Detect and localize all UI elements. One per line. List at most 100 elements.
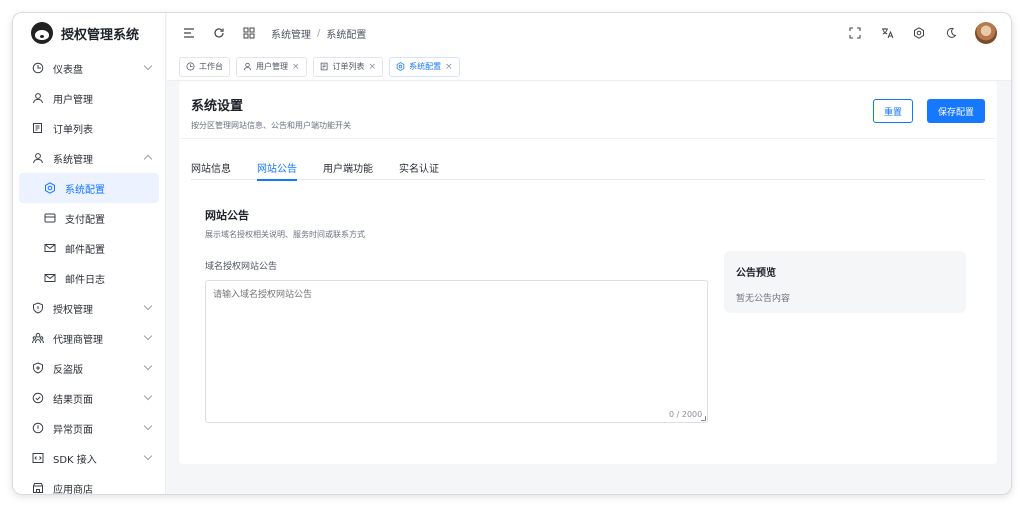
subtab-3[interactable]: 实名认证 xyxy=(399,160,439,180)
sidebar-item-1[interactable]: 用户管理 xyxy=(13,83,165,113)
preview-empty-text: 暂无公告内容 xyxy=(736,294,791,304)
chevron-down-icon xyxy=(143,61,153,71)
sidebar: 授权管理系统 仪表盘用户管理订单列表系统管理系统配置支付配置邮件配置邮件日志授权… xyxy=(13,13,166,494)
page-tab-1[interactable]: 用户管理 × xyxy=(236,56,307,77)
preview-title: 公告预览 xyxy=(736,268,776,279)
check-circle-icon xyxy=(31,391,45,405)
sidebar-item-label: 支付配置 xyxy=(65,214,105,226)
mail-icon xyxy=(43,241,57,255)
sidebar-item-5[interactable]: 支付配置 xyxy=(13,203,165,233)
announcement-section: 网站公告 展示域名授权相关说明、服务时间或联系方式 xyxy=(205,207,365,240)
page-tab-2[interactable]: 订单列表 × xyxy=(312,56,384,77)
grid-icon[interactable] xyxy=(241,25,257,41)
sidebar-item-14[interactable]: 应用商店 xyxy=(13,473,165,495)
breadcrumb-current: 系统配置 xyxy=(326,29,367,41)
sidebar-item-label: 授权管理 xyxy=(53,304,93,316)
page-tab-3[interactable]: 系统配置 × xyxy=(389,56,460,77)
breadcrumb: 系统管理 / 系统配置 xyxy=(271,26,366,41)
subtab-0[interactable]: 网站信息 xyxy=(191,160,231,180)
breadcrumb-separator: / xyxy=(317,27,321,39)
user-icon xyxy=(31,91,45,105)
close-icon[interactable]: × xyxy=(445,62,453,72)
sidebar-item-4[interactable]: 系统配置 xyxy=(19,173,159,203)
chevron-down-icon xyxy=(143,361,153,371)
breadcrumb-parent[interactable]: 系统管理 xyxy=(271,26,311,41)
chevron-down-icon xyxy=(143,451,153,461)
avatar[interactable] xyxy=(975,22,997,44)
sidebar-item-label: 用户管理 xyxy=(53,94,93,106)
gear-icon xyxy=(43,181,57,195)
sidebar-item-label: 系统配置 xyxy=(65,184,105,196)
menu-toggle-icon[interactable] xyxy=(181,25,197,41)
sidebar-item-11[interactable]: 结果页面 xyxy=(13,383,165,413)
page-tab-label: 工作台 xyxy=(199,62,223,71)
refresh-icon[interactable] xyxy=(211,25,227,41)
shield-plus-icon xyxy=(31,361,45,375)
group-icon xyxy=(31,331,45,345)
settings-card: 系统设置 按分区管理网站信息、公告和用户端功能开关 重置 保存配置 网站信息网站… xyxy=(179,81,997,464)
gear-icon xyxy=(396,62,405,71)
app-window: 授权管理系统 仪表盘 用户管理 订单列表 系统管理 系统配置 支付配置 邮件配置 邮件日志 授权… xyxy=(12,12,1012,495)
code-icon xyxy=(31,451,45,465)
topbar: 系统管理 / 系统配置 xyxy=(167,13,1011,53)
sidebar-item-label: 订单列表 xyxy=(53,124,93,136)
close-icon[interactable]: × xyxy=(292,62,300,72)
sidebar-item-label: 代理商管理 xyxy=(53,334,103,346)
sidebar-item-label: 邮件配置 xyxy=(65,244,105,256)
close-icon[interactable]: × xyxy=(369,62,377,72)
sidebar-item-label: 邮件日志 xyxy=(65,274,105,286)
sidebar-item-label: 应用商店 xyxy=(53,484,93,495)
alert-circle-icon xyxy=(31,421,45,435)
mail-icon xyxy=(43,271,57,285)
announcement-textarea[interactable] xyxy=(205,280,708,423)
chevron-down-icon xyxy=(143,391,153,401)
page-title: 系统设置 xyxy=(191,99,244,114)
section-title: 网站公告 xyxy=(205,209,249,222)
list-icon xyxy=(31,121,45,135)
shield-icon xyxy=(31,301,45,315)
topbar-actions xyxy=(847,22,997,44)
translate-icon[interactable] xyxy=(879,25,895,41)
moon-icon[interactable] xyxy=(943,25,959,41)
sidebar-item-3[interactable]: 系统管理 xyxy=(13,143,165,173)
page-tab-label: 用户管理 xyxy=(256,62,288,71)
chevron-down-icon xyxy=(143,331,153,341)
sidebar-item-7[interactable]: 邮件日志 xyxy=(13,263,165,293)
page-tab-0[interactable]: 工作台 xyxy=(179,56,230,77)
char-counter: 0 / 2000 xyxy=(669,410,703,419)
page-description: 按分区管理网站信息、公告和用户端功能开关 xyxy=(191,121,351,130)
sidebar-item-label: 仪表盘 xyxy=(53,64,83,76)
logo-icon xyxy=(31,22,53,44)
sidebar-item-12[interactable]: 异常页面 xyxy=(13,413,165,443)
sidebar-item-10[interactable]: 反盗版 xyxy=(13,353,165,383)
sidebar-item-6[interactable]: 邮件配置 xyxy=(13,233,165,263)
save-button[interactable]: 保存配置 xyxy=(927,99,985,123)
chevron-down-icon xyxy=(143,421,153,431)
main-area: 系统管理 / 系统配置 工作台 用户管理 × 订单列表 × 系统配置 × 系统设… xyxy=(167,13,1011,494)
sidebar-item-2[interactable]: 订单列表 xyxy=(13,113,165,143)
sidebar-item-9[interactable]: 代理商管理 xyxy=(13,323,165,353)
sidebar-item-label: 异常页面 xyxy=(53,424,93,436)
user-icon xyxy=(31,151,45,165)
announcement-field-label: 域名授权网站公告 xyxy=(205,262,278,272)
clock-icon xyxy=(186,62,195,71)
reset-button[interactable]: 重置 xyxy=(873,99,913,123)
chevron-down-icon xyxy=(143,301,153,311)
settings-icon[interactable] xyxy=(911,25,927,41)
sidebar-item-13[interactable]: SDK 接入 xyxy=(13,443,165,473)
user-icon xyxy=(243,62,252,71)
section-description: 展示域名授权相关说明、服务时间或联系方式 xyxy=(205,230,365,239)
subtab-2[interactable]: 用户端功能 xyxy=(323,160,373,180)
chevron-up-icon xyxy=(143,154,153,164)
app-title: 授权管理系统 xyxy=(61,27,140,43)
fullscreen-icon[interactable] xyxy=(847,25,863,41)
resize-handle-icon[interactable] xyxy=(701,416,706,421)
sidebar-item-0[interactable]: 仪表盘 xyxy=(13,53,165,83)
clock-icon xyxy=(31,61,45,75)
subtab-1[interactable]: 网站公告 xyxy=(257,160,297,181)
page-tabs: 工作台 用户管理 × 订单列表 × 系统配置 × xyxy=(167,53,1011,81)
brand[interactable]: 授权管理系统 xyxy=(13,13,165,53)
sidebar-item-8[interactable]: 授权管理 xyxy=(13,293,165,323)
sidebar-item-label: SDK 接入 xyxy=(53,454,97,466)
sidebar-nav: 仪表盘用户管理订单列表系统管理系统配置支付配置邮件配置邮件日志授权管理代理商管理… xyxy=(13,53,165,495)
